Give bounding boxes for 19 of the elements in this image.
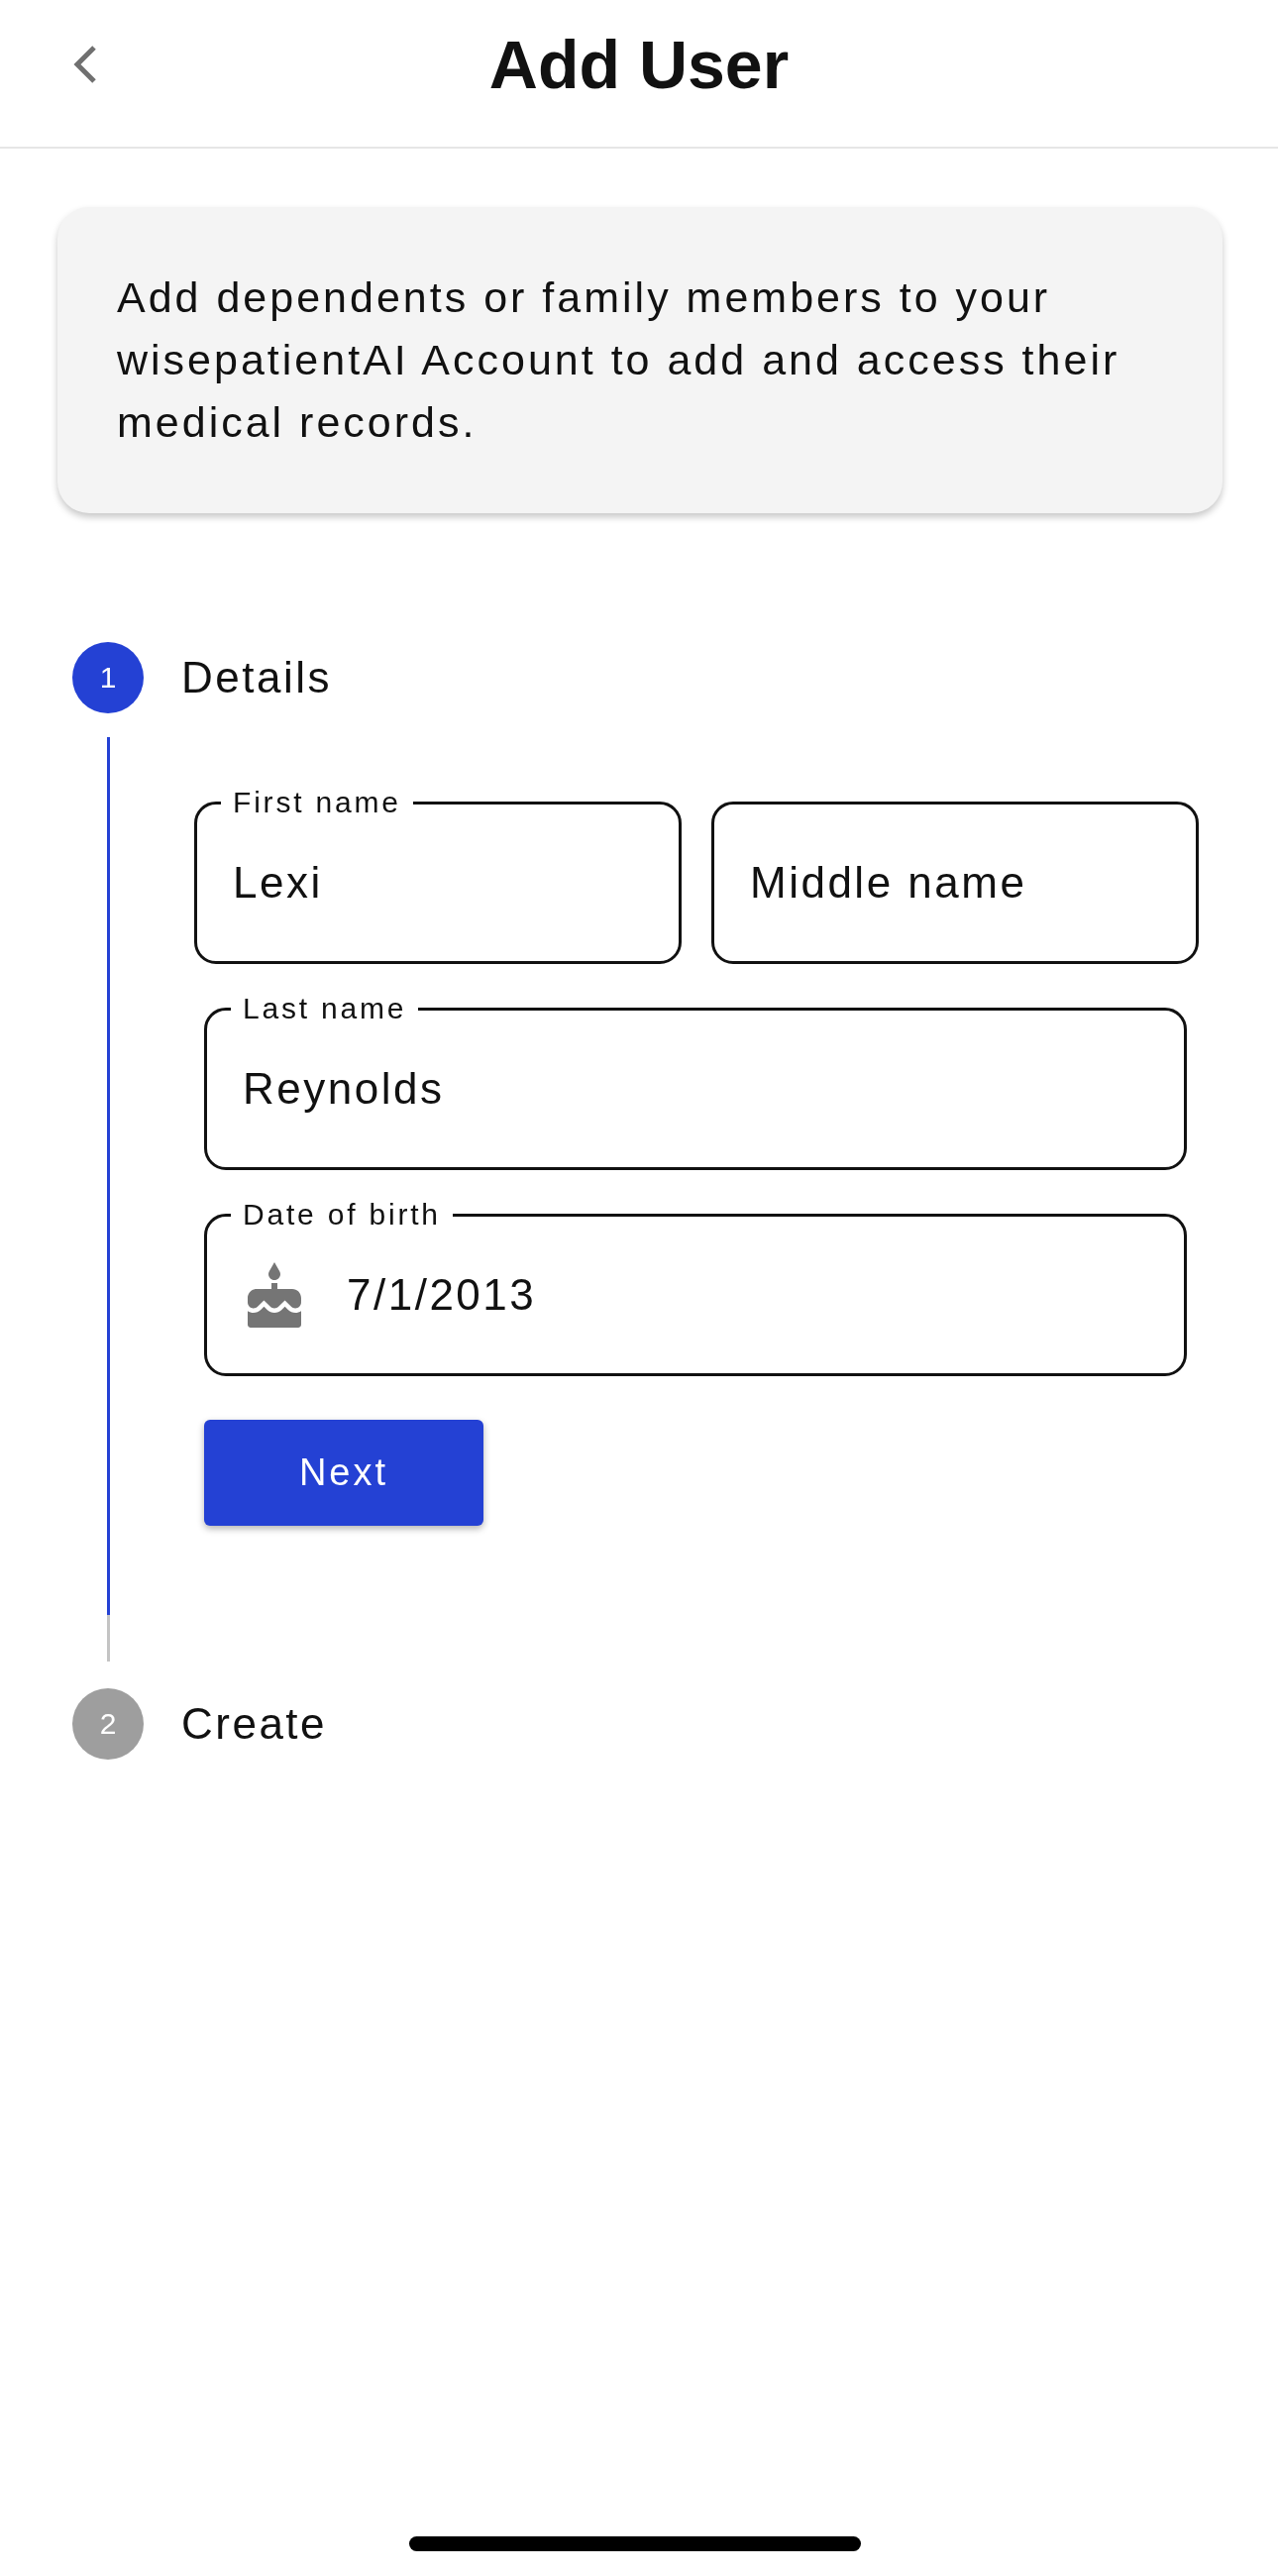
date-input[interactable]: 7/1/2013 — [347, 1269, 1148, 1320]
field-label: Last name — [242, 994, 408, 1023]
back-icon — [72, 45, 98, 84]
text-input[interactable]: Middle name — [750, 857, 1160, 908]
cake-icon — [248, 1261, 301, 1328]
back-button[interactable] — [72, 45, 98, 84]
field-label: First name — [232, 788, 402, 817]
page-title: Add User — [488, 26, 790, 104]
date-field[interactable]: Date of birth 7/1/2013 — [204, 1200, 1187, 1376]
text-input[interactable]: Reynolds — [243, 1063, 1148, 1114]
step-number: 2 — [72, 1688, 144, 1760]
info-text: Add dependents or family members to your wisepatientAI Account to add and access their medical records. — [117, 272, 1121, 448]
step-number: 1 — [72, 642, 144, 713]
step-label: Details — [181, 653, 332, 702]
text-input[interactable]: Lexi — [233, 857, 643, 908]
field-label: Date of birth — [242, 1200, 442, 1230]
next-button[interactable]: Next — [204, 1420, 483, 1526]
text-field[interactable]: First name Lexi — [194, 788, 682, 964]
step-label: Create — [181, 1699, 328, 1749]
